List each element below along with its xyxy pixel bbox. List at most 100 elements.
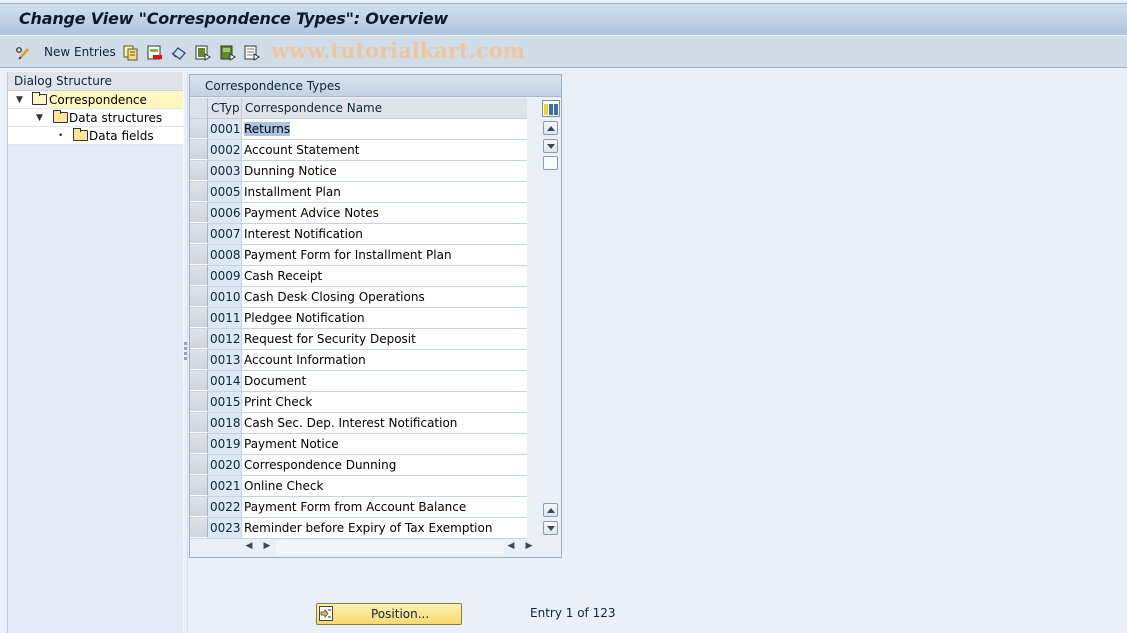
vertical-scroll-thumb[interactable] xyxy=(543,156,558,170)
cell-correspondence-name[interactable]: Returns xyxy=(242,119,527,139)
row-selector-button[interactable] xyxy=(190,203,208,223)
scroll-right-icon[interactable]: ▶ xyxy=(522,539,536,554)
table-row[interactable]: 0021 Online Check xyxy=(190,476,527,497)
row-selector-button[interactable] xyxy=(190,413,208,433)
pane-splitter[interactable] xyxy=(183,72,188,633)
column-header-ctyp[interactable]: CTyp xyxy=(208,98,242,118)
tree-item-data-structures[interactable]: ▼ Data structures xyxy=(8,109,183,127)
row-selector-button[interactable] xyxy=(190,476,208,496)
horizontal-scroll-track[interactable] xyxy=(276,540,504,554)
row-selector-button[interactable] xyxy=(190,518,208,538)
delete-button[interactable] xyxy=(147,43,162,61)
row-selector-button[interactable] xyxy=(190,266,208,286)
table-row[interactable]: 0010 Cash Desk Closing Operations xyxy=(190,287,527,308)
cell-correspondence-name[interactable]: Payment Advice Notes xyxy=(242,203,527,223)
cell-correspondence-name[interactable]: Reminder before Expiry of Tax Exemption xyxy=(242,518,527,538)
grip-dot xyxy=(184,352,187,355)
table-row[interactable]: 0008 Payment Form for Installment Plan xyxy=(190,245,527,266)
cell-correspondence-name[interactable]: Interest Notification xyxy=(242,224,527,244)
table-row[interactable]: 0014 Document xyxy=(190,371,527,392)
cell-correspondence-name[interactable]: Cash Desk Closing Operations xyxy=(242,287,527,307)
table-row[interactable]: 0023 Reminder before Expiry of Tax Exempt… xyxy=(190,518,527,539)
cell-ctyp: 0006 xyxy=(208,203,242,223)
cell-text: Payment Form from Account Balance xyxy=(244,500,467,514)
row-selector-button[interactable] xyxy=(190,245,208,265)
expand-triangle-icon[interactable]: ▼ xyxy=(16,91,23,109)
scroll-down-button[interactable] xyxy=(543,139,558,153)
table-row[interactable]: 0019 Payment Notice xyxy=(190,434,527,455)
row-selector-button[interactable] xyxy=(190,119,208,139)
row-selector-button[interactable] xyxy=(190,434,208,454)
scroll-page-down-button[interactable] xyxy=(543,521,558,535)
tree-item-correspondence-types[interactable]: ▼ Correspondence Types xyxy=(8,91,183,125)
select-all-rows-button[interactable] xyxy=(190,98,208,118)
cell-correspondence-name[interactable]: Print Check xyxy=(242,392,527,412)
cell-correspondence-name[interactable]: Installment Plan xyxy=(242,182,527,202)
row-selector-button[interactable] xyxy=(190,329,208,349)
table-row[interactable]: 0011 Pledgee Notification xyxy=(190,308,527,329)
row-selector-button[interactable] xyxy=(190,182,208,202)
scroll-left-icon[interactable]: ◀ xyxy=(242,539,256,554)
undo-change-button[interactable] xyxy=(171,43,186,61)
display-change-button[interactable] xyxy=(15,43,30,61)
table-row[interactable]: 0022 Payment Form from Account Balance xyxy=(190,497,527,518)
select-all-button[interactable] xyxy=(195,43,211,61)
cell-correspondence-name[interactable]: Account Statement xyxy=(242,140,527,160)
table-row[interactable]: 0007 Interest Notification xyxy=(190,224,527,245)
expand-triangle-icon[interactable]: ▼ xyxy=(36,109,43,127)
row-selector-button[interactable] xyxy=(190,392,208,412)
row-selector-button[interactable] xyxy=(190,371,208,391)
cell-correspondence-name[interactable]: Request for Security Deposit xyxy=(242,329,527,349)
cell-text: Installment Plan xyxy=(244,185,341,199)
row-selector-button[interactable] xyxy=(190,140,208,160)
copy-as-button[interactable] xyxy=(123,43,138,61)
column-header-correspondence-name[interactable]: Correspondence Name xyxy=(242,98,527,118)
table-row[interactable]: 0020 Correspondence Dunning xyxy=(190,455,527,476)
tree-item-data-fields[interactable]: • Data fields xyxy=(8,127,183,145)
table-row[interactable]: 0009 Cash Receipt xyxy=(190,266,527,287)
cell-correspondence-name[interactable]: Payment Form from Account Balance xyxy=(242,497,527,517)
undo-change-icon xyxy=(171,45,186,60)
new-entries-button[interactable]: New Entries xyxy=(44,43,116,61)
select-block-button[interactable] xyxy=(220,43,236,61)
cell-correspondence-name[interactable]: Payment Notice xyxy=(242,434,527,454)
cell-correspondence-name[interactable]: Payment Form for Installment Plan xyxy=(242,245,527,265)
row-selector-button[interactable] xyxy=(190,224,208,244)
table-row[interactable]: 0005 Installment Plan xyxy=(190,182,527,203)
table-row[interactable]: 0002 Account Statement xyxy=(190,140,527,161)
deselect-all-button[interactable] xyxy=(244,43,260,61)
table-settings-button[interactable] xyxy=(542,100,560,117)
table-row[interactable]: 0006 Payment Advice Notes xyxy=(190,203,527,224)
row-selector-button[interactable] xyxy=(190,455,208,475)
cell-correspondence-name[interactable]: Document xyxy=(242,371,527,391)
row-selector-button[interactable] xyxy=(190,161,208,181)
row-selector-button[interactable] xyxy=(190,497,208,517)
arrow-up-icon xyxy=(547,508,555,513)
row-selector-button[interactable] xyxy=(190,350,208,370)
row-selector-button[interactable] xyxy=(190,287,208,307)
table-row[interactable]: 0001 Returns xyxy=(190,119,527,140)
scroll-page-up-button[interactable] xyxy=(543,503,558,517)
cell-correspondence-name[interactable]: Cash Sec. Dep. Interest Notification xyxy=(242,413,527,433)
cell-correspondence-name[interactable]: Cash Receipt xyxy=(242,266,527,286)
table-row[interactable]: 0012 Request for Security Deposit xyxy=(190,329,527,350)
correspondence-types-table: CTyp Correspondence Name 0001 Returns 0002… xyxy=(190,98,527,539)
cell-ctyp: 0023 xyxy=(208,518,242,538)
cell-correspondence-name[interactable]: Pledgee Notification xyxy=(242,308,527,328)
table-row[interactable]: 0018 Cash Sec. Dep. Interest Notification xyxy=(190,413,527,434)
cell-correspondence-name[interactable]: Account Information xyxy=(242,350,527,370)
cell-correspondence-name[interactable]: Dunning Notice xyxy=(242,161,527,181)
cell-correspondence-name[interactable]: Correspondence Dunning xyxy=(242,455,527,475)
table-row[interactable]: 0015 Print Check xyxy=(190,392,527,413)
scroll-up-button[interactable] xyxy=(543,121,558,135)
table-row[interactable]: 0003 Dunning Notice xyxy=(190,161,527,182)
scroll-left-icon[interactable]: ◀ xyxy=(504,539,518,554)
horizontal-scrollbar[interactable]: ◀ ▶ ◀ ▶ xyxy=(242,539,536,555)
cell-text: Print Check xyxy=(244,395,313,409)
scroll-right-icon[interactable]: ▶ xyxy=(260,539,274,554)
position-icon xyxy=(319,606,333,621)
table-row[interactable]: 0013 Account Information xyxy=(190,350,527,371)
row-selector-button[interactable] xyxy=(190,308,208,328)
cell-correspondence-name[interactable]: Online Check xyxy=(242,476,527,496)
position-button[interactable]: Position... xyxy=(316,603,462,625)
